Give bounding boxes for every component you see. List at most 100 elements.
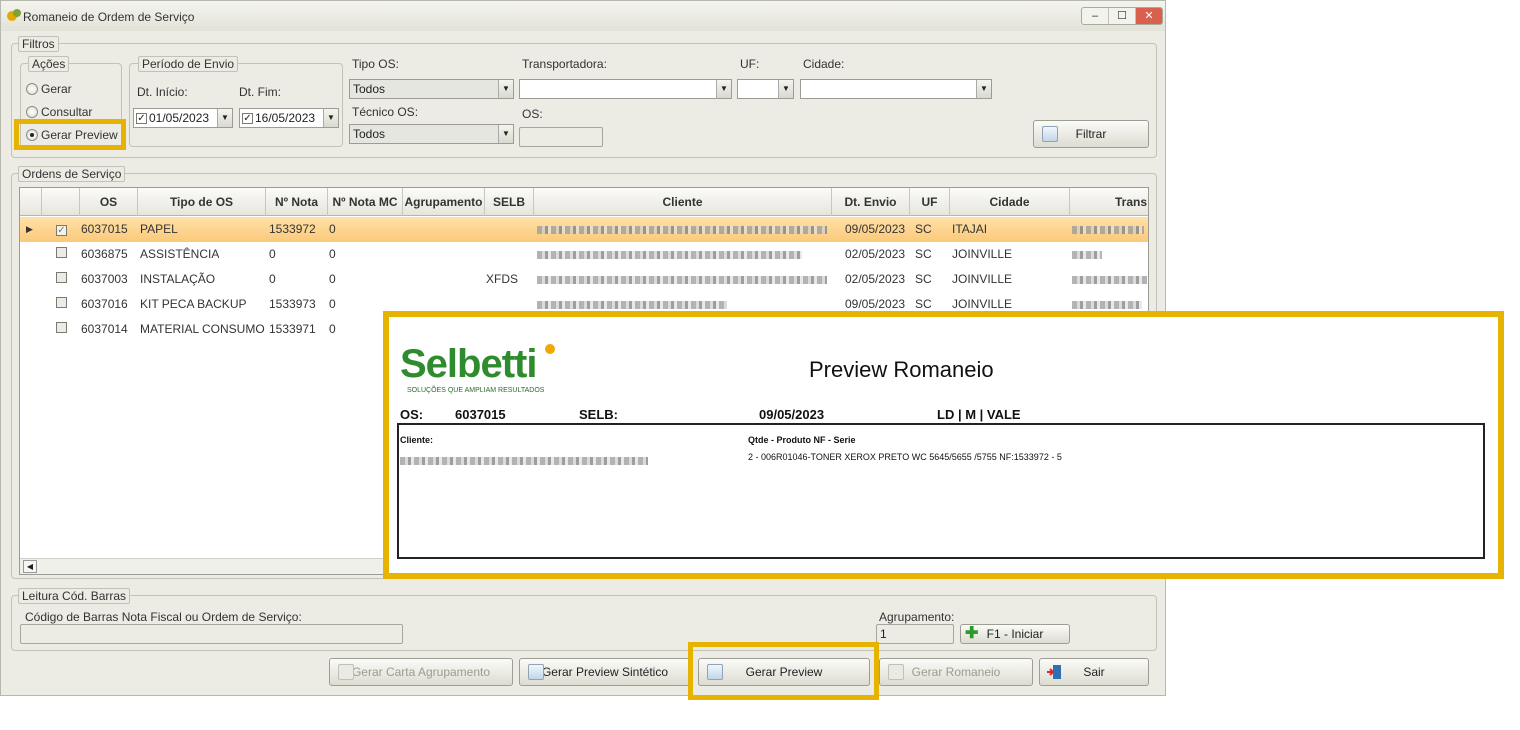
radio-dot[interactable]	[26, 83, 38, 95]
os-input[interactable]	[519, 127, 603, 147]
col-os[interactable]: OS	[80, 188, 138, 216]
cell-nota-mc: 0	[329, 222, 336, 236]
gerar-romaneio-button[interactable]: Gerar Romaneio	[879, 658, 1033, 686]
cell-os: 6037016	[81, 297, 128, 311]
highlight-gerar-preview-button	[688, 642, 879, 700]
col-dt-envio[interactable]: Dt. Envio	[832, 188, 910, 216]
window-controls: – ☐ ✕	[1081, 7, 1163, 25]
chevron-down-icon[interactable]: ▼	[976, 80, 991, 98]
row-checkbox[interactable]: ✓	[56, 225, 67, 236]
agrupamento-label: Agrupamento:	[879, 610, 955, 624]
uf-label: UF:	[740, 57, 760, 71]
cell-nota-mc: 0	[329, 297, 336, 311]
row-indicator-icon: ▶	[26, 224, 33, 234]
chevron-down-icon[interactable]: ▼	[217, 109, 232, 127]
close-icon[interactable]: ✕	[1136, 8, 1162, 24]
cell-nota-mc: 0	[329, 247, 336, 261]
dt-fim-checkbox[interactable]: ✓	[242, 112, 253, 124]
iniciar-button[interactable]: ✚ F1 - Iniciar	[960, 624, 1070, 644]
col-tipo[interactable]: Tipo de OS	[138, 188, 266, 216]
chevron-down-icon[interactable]: ▼	[498, 80, 513, 98]
plus-icon: ✚	[965, 625, 979, 642]
leitura-legend: Leitura Cód. Barras	[18, 588, 131, 604]
row-checkbox[interactable]	[56, 247, 67, 258]
table-row[interactable]: 6037003 INSTALAÇÃO 0 0 XFDS 02/05/2023 S…	[20, 267, 1148, 292]
cidade-label: Cidade:	[803, 57, 845, 71]
cell-nota: 1533973	[269, 297, 316, 311]
radio-consultar[interactable]: Consultar	[26, 105, 92, 119]
chevron-down-icon[interactable]: ▼	[716, 80, 731, 98]
cell-tipo: ASSISTÊNCIA	[140, 247, 220, 261]
radio-gerar[interactable]: Gerar	[26, 82, 72, 96]
highlight-gerar-preview-radio	[14, 119, 126, 150]
logo-text: Selbetti	[400, 342, 537, 386]
preview-date: 09/05/2023	[759, 407, 825, 422]
col-indicator	[20, 188, 42, 216]
tecnico-os-select[interactable]: Todos ▼	[349, 124, 514, 144]
chevron-down-icon[interactable]: ▼	[498, 125, 513, 143]
col-trans[interactable]: Trans	[1070, 188, 1148, 216]
cell-nota: 0	[269, 247, 276, 261]
gerar-preview-sintetico-button[interactable]: Gerar Preview Sintético	[519, 658, 691, 686]
row-checkbox[interactable]	[56, 272, 67, 283]
col-uf[interactable]: UF	[910, 188, 950, 216]
table-row[interactable]: ▶ ✓ 6037015 PAPEL 1533972 0 09/05/2023 S…	[20, 217, 1148, 242]
periodo-legend: Período de Envio	[138, 56, 239, 72]
sair-button[interactable]: Sair	[1039, 658, 1149, 686]
radio-dot[interactable]	[26, 106, 38, 118]
col-cliente[interactable]: Cliente	[534, 188, 832, 216]
exit-door-icon	[1046, 664, 1062, 680]
preview-qtde-label: Qtde - Produto NF - Serie	[748, 435, 856, 445]
preview-cliente-redacted	[400, 453, 648, 467]
maximize-icon[interactable]: ☐	[1109, 8, 1136, 24]
scroll-left-icon[interactable]: ◀	[23, 560, 37, 573]
table-row[interactable]: 6036875 ASSISTÊNCIA 0 0 02/05/2023 SC JO…	[20, 242, 1148, 267]
dt-inicio-picker[interactable]: ✓ 01/05/2023 ▼	[133, 108, 233, 128]
cell-os: 6037015	[81, 222, 128, 236]
row-checkbox[interactable]	[56, 322, 67, 333]
cell-dt-envio: 09/05/2023	[845, 222, 906, 236]
preview-icon	[528, 664, 544, 680]
transportadora-select[interactable]: ▼	[519, 79, 732, 99]
document-icon	[888, 664, 904, 680]
dt-inicio-checkbox[interactable]: ✓	[136, 112, 147, 124]
agrupamento-input[interactable]: 1	[876, 624, 954, 644]
dt-fim-picker[interactable]: ✓ 16/05/2023 ▼	[239, 108, 339, 128]
cell-cidade: JOINVILLE	[952, 272, 1013, 286]
cell-cliente-redacted	[537, 217, 827, 242]
col-agrupamento[interactable]: Agrupamento	[403, 188, 485, 216]
chevron-down-icon[interactable]: ▼	[323, 109, 338, 127]
app-icon	[7, 9, 21, 21]
cell-cidade: ITAJAI	[952, 222, 988, 236]
tecnico-os-label: Técnico OS:	[352, 105, 419, 119]
col-cidade[interactable]: Cidade	[950, 188, 1070, 216]
codigo-barras-input[interactable]	[20, 624, 403, 644]
title-bar[interactable]: Romaneio de Ordem de Serviço – ☐ ✕	[1, 1, 1165, 31]
tipo-os-select[interactable]: Todos ▼	[349, 79, 514, 99]
acoes-legend: Ações	[28, 56, 70, 72]
uf-select[interactable]: ▼	[737, 79, 794, 99]
grid-header: OS Tipo de OS Nº Nota Nº Nota MC Agrupam…	[20, 188, 1148, 216]
os-label: OS:	[522, 107, 543, 121]
col-selb[interactable]: SELB	[485, 188, 534, 216]
preview-os-value: 6037015	[455, 407, 506, 422]
cell-selb: XFDS	[486, 272, 519, 286]
tipo-os-label: Tipo OS:	[352, 57, 399, 71]
row-checkbox[interactable]	[56, 297, 67, 308]
preview-cliente-label: Cliente:	[400, 435, 434, 445]
col-nota-mc[interactable]: Nº Nota MC	[328, 188, 403, 216]
periodo-group	[129, 63, 343, 147]
cell-cliente-redacted	[537, 242, 802, 267]
cell-dt-envio: 02/05/2023	[845, 272, 906, 286]
minimize-icon[interactable]: –	[1082, 8, 1109, 24]
gerar-carta-agrupamento-button[interactable]: Gerar Carta Agrupamento	[329, 658, 513, 686]
window-title: Romaneio de Ordem de Serviço	[23, 10, 195, 24]
transportadora-label: Transportadora:	[522, 57, 607, 71]
chevron-down-icon[interactable]: ▼	[778, 80, 793, 98]
ordens-legend: Ordens de Serviço	[18, 166, 126, 182]
col-nota[interactable]: Nº Nota	[266, 188, 328, 216]
filtrar-button[interactable]: Filtrar	[1033, 120, 1149, 148]
cidade-select[interactable]: ▼	[800, 79, 992, 99]
cell-uf: SC	[915, 272, 932, 286]
codigo-barras-label: Código de Barras Nota Fiscal ou Ordem de…	[25, 610, 302, 624]
